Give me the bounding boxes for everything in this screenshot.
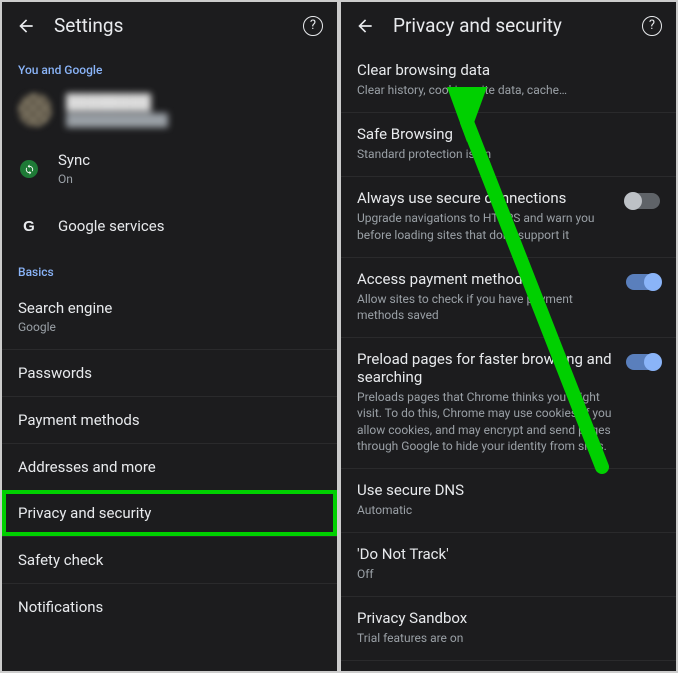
dns-sub: Automatic bbox=[357, 502, 660, 518]
help-icon[interactable]: ? bbox=[642, 16, 662, 36]
privacy-security-label: Privacy and security bbox=[18, 504, 321, 522]
access-payment-toggle[interactable] bbox=[626, 274, 660, 290]
search-engine-title: Search engine bbox=[18, 299, 321, 317]
clear-title: Clear browsing data bbox=[357, 61, 660, 79]
settings-content: You and Google ████████ ████████████ Syn… bbox=[2, 49, 337, 671]
safety-check-row[interactable]: Safety check bbox=[2, 536, 337, 583]
section-basics: Basics bbox=[2, 251, 337, 285]
privacy-security-row[interactable]: Privacy and security bbox=[2, 490, 337, 536]
payment-methods-label: Payment methods bbox=[18, 411, 321, 429]
secure-connections-toggle[interactable] bbox=[626, 193, 660, 209]
secure-title: Always use secure connections bbox=[357, 189, 616, 207]
google-icon: G bbox=[18, 215, 40, 237]
addresses-row[interactable]: Addresses and more bbox=[2, 443, 337, 490]
safe-title: Safe Browsing bbox=[357, 125, 660, 143]
account-row[interactable]: ████████ ████████████ bbox=[2, 83, 337, 137]
secure-connections-row[interactable]: Always use secure connections Upgrade na… bbox=[341, 177, 676, 257]
addresses-label: Addresses and more bbox=[18, 458, 321, 476]
privacy-content: Clear browsing data Clear history, cooki… bbox=[341, 49, 676, 671]
sync-title: Sync bbox=[58, 151, 321, 169]
account-name: ████████ bbox=[66, 93, 321, 111]
sync-row[interactable]: Sync On bbox=[2, 137, 337, 201]
safety-check-label: Safety check bbox=[18, 551, 321, 569]
access-payment-row[interactable]: Access payment methods Allow sites to ch… bbox=[341, 258, 676, 338]
google-services-row[interactable]: G Google services bbox=[2, 201, 337, 251]
section-you-and-google: You and Google bbox=[2, 49, 337, 83]
header: Settings ? bbox=[2, 2, 337, 49]
clear-sub: Clear history, cookies, site data, cache… bbox=[357, 82, 660, 98]
safe-browsing-row[interactable]: Safe Browsing Standard protection is on bbox=[341, 113, 676, 177]
preload-title: Preload pages for faster browsing and se… bbox=[357, 350, 616, 386]
page-title: Privacy and security bbox=[393, 14, 624, 37]
do-not-track-row[interactable]: 'Do Not Track' Off bbox=[341, 533, 676, 597]
google-services-label: Google services bbox=[58, 217, 321, 235]
notifications-label: Notifications bbox=[18, 598, 321, 616]
header: Privacy and security ? bbox=[341, 2, 676, 49]
back-arrow-icon[interactable] bbox=[355, 16, 375, 36]
privacy-sandbox-row[interactable]: Privacy Sandbox Trial features are on bbox=[341, 597, 676, 661]
sandbox-title: Privacy Sandbox bbox=[357, 609, 660, 627]
clear-browsing-data-row[interactable]: Clear browsing data Clear history, cooki… bbox=[341, 49, 676, 113]
back-arrow-icon[interactable] bbox=[16, 16, 36, 36]
passwords-label: Passwords bbox=[18, 364, 321, 382]
dns-title: Use secure DNS bbox=[357, 481, 660, 499]
secure-sub: Upgrade navigations to HTTPS and warn yo… bbox=[357, 210, 616, 242]
preload-sub: Preloads pages that Chrome thinks you mi… bbox=[357, 389, 616, 454]
footer-text: For more settings that relate to privacy… bbox=[341, 661, 676, 671]
sync-icon bbox=[18, 158, 40, 180]
safe-sub: Standard protection is on bbox=[357, 146, 660, 162]
search-engine-row[interactable]: Search engine Google bbox=[2, 285, 337, 349]
sandbox-sub: Trial features are on bbox=[357, 630, 660, 646]
preload-pages-toggle[interactable] bbox=[626, 354, 660, 370]
privacy-panel: Privacy and security ? Clear browsing da… bbox=[339, 2, 676, 671]
payment-sub: Allow sites to check if you have payment… bbox=[357, 291, 616, 323]
account-text: ████████ ████████████ bbox=[66, 93, 321, 127]
dnt-title: 'Do Not Track' bbox=[357, 545, 660, 563]
secure-dns-row[interactable]: Use secure DNS Automatic bbox=[341, 469, 676, 533]
passwords-row[interactable]: Passwords bbox=[2, 349, 337, 396]
sync-sub: On bbox=[58, 171, 321, 187]
preload-pages-row[interactable]: Preload pages for faster browsing and se… bbox=[341, 338, 676, 469]
settings-panel: Settings ? You and Google ████████ █████… bbox=[2, 2, 339, 671]
payment-title: Access payment methods bbox=[357, 270, 616, 288]
avatar bbox=[18, 93, 52, 127]
dnt-sub: Off bbox=[357, 566, 660, 582]
account-email: ████████████ bbox=[66, 113, 321, 127]
page-title: Settings bbox=[54, 14, 285, 37]
payment-methods-row[interactable]: Payment methods bbox=[2, 396, 337, 443]
help-icon[interactable]: ? bbox=[303, 16, 323, 36]
notifications-row[interactable]: Notifications bbox=[2, 583, 337, 630]
search-engine-sub: Google bbox=[18, 319, 321, 335]
